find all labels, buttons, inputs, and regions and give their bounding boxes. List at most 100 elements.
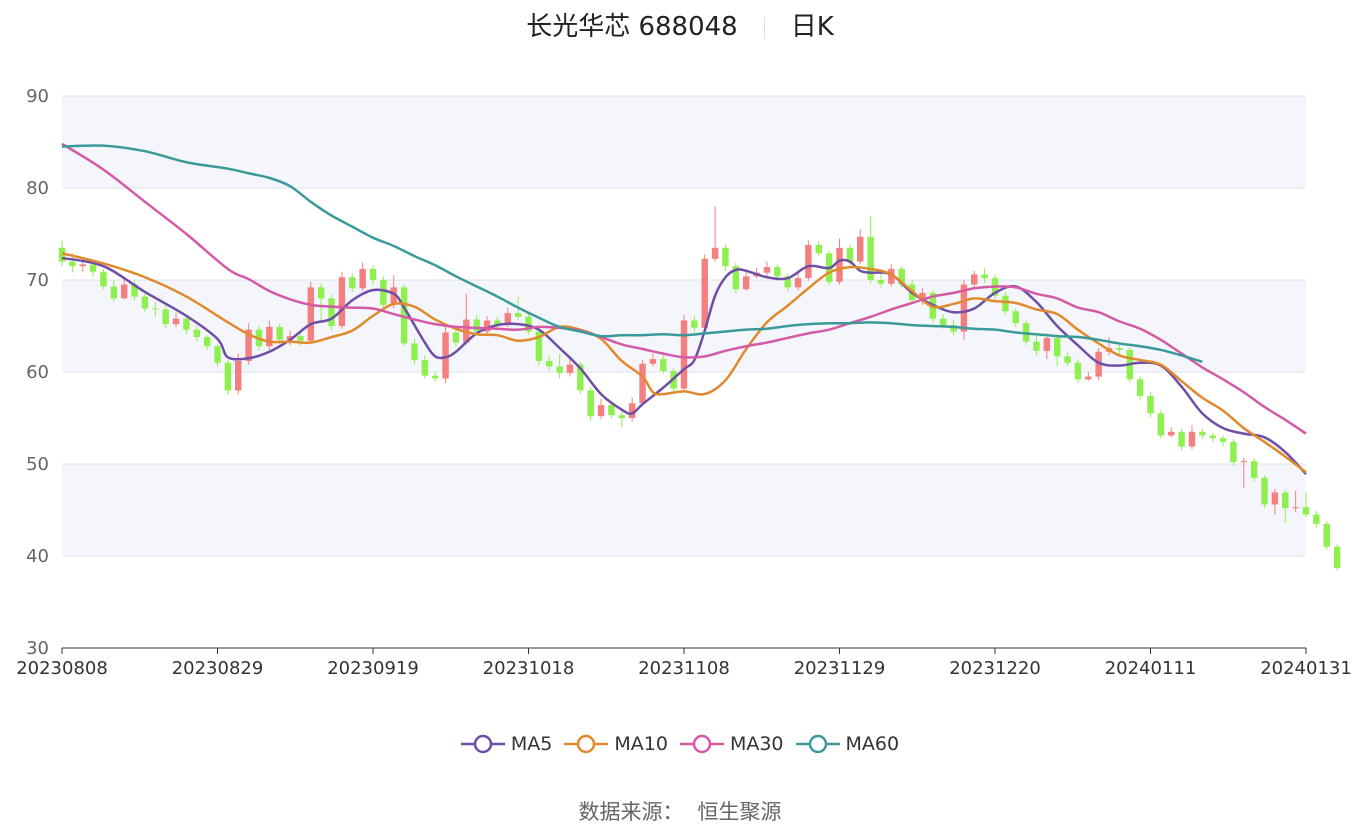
candle-down <box>100 271 107 287</box>
candle-down <box>691 320 698 328</box>
candle-down <box>514 313 522 317</box>
candle-down <box>1136 379 1144 396</box>
candle-down <box>110 286 118 299</box>
candle-down <box>1002 295 1009 312</box>
candle-up <box>1168 431 1175 436</box>
candle-down <box>939 318 947 326</box>
candle-up <box>1271 492 1279 505</box>
candle-down <box>1313 514 1320 524</box>
candle-up <box>742 276 750 290</box>
candle-down <box>297 336 304 341</box>
x-tick-label: 20231220 <box>949 658 1041 679</box>
candle-down <box>162 309 169 325</box>
candle-down <box>380 280 387 305</box>
candle-down <box>877 280 885 284</box>
candle-down <box>1074 362 1082 380</box>
candle-down <box>473 319 480 332</box>
candle-up <box>1085 376 1092 380</box>
candle-down <box>317 287 325 299</box>
candle-down <box>1333 546 1341 568</box>
candle-up <box>359 268 366 289</box>
candle-up <box>711 247 719 259</box>
grid-band <box>62 464 1306 556</box>
candle-down <box>1033 341 1040 351</box>
candle-up <box>805 245 812 279</box>
x-tick-label: 20230829 <box>172 658 264 679</box>
legend-marker <box>795 734 840 754</box>
y-tick-label: 30 <box>26 638 49 659</box>
candle-down <box>369 268 377 280</box>
y-tick-label: 40 <box>26 546 49 567</box>
candle-up <box>971 274 978 285</box>
candle-down <box>1116 348 1123 350</box>
candle-up <box>566 364 574 373</box>
candle-up <box>639 363 646 404</box>
source-value: 恒生聚源 <box>697 800 782 824</box>
chart-legend: MA5 MA10 MA30 MA60 <box>0 733 1360 760</box>
candle-up <box>266 326 273 347</box>
candle-up <box>701 258 708 328</box>
x-tick-label: 20231129 <box>794 658 886 679</box>
candle-down <box>1250 461 1258 478</box>
candle-down <box>1282 492 1289 509</box>
candle-down <box>546 360 553 367</box>
candle-up <box>836 247 843 282</box>
legend-item-ma5[interactable]: MA5 <box>460 733 553 755</box>
candle-down <box>618 415 626 418</box>
candle-down <box>556 366 563 373</box>
candle-down <box>587 390 594 417</box>
candle-down <box>349 277 356 289</box>
candle-down <box>214 346 221 363</box>
grid-band <box>62 188 1306 280</box>
x-tick-label: 20230808 <box>16 658 108 679</box>
candle-down <box>1157 413 1165 436</box>
legend-marker <box>460 734 505 754</box>
y-tick-label: 70 <box>26 270 49 291</box>
candle-down <box>452 332 460 343</box>
legend-marker <box>679 734 724 754</box>
kline-chart[interactable]: 30 40 50 60 70 80 90 20230808 20230829 20230919 20… <box>0 0 1360 828</box>
candle-up <box>338 277 346 326</box>
candle-down <box>89 264 97 272</box>
candle-down <box>1230 441 1237 463</box>
candle-down <box>774 267 781 277</box>
candle-down <box>815 245 822 254</box>
legend-label: MA10 <box>614 733 668 755</box>
legend-item-ma10[interactable]: MA10 <box>564 733 668 755</box>
legend-marker <box>564 734 609 754</box>
candle-down <box>141 296 149 309</box>
grid-band <box>62 556 1306 648</box>
candle-up <box>235 360 242 391</box>
candle-down <box>328 298 335 326</box>
candle-down <box>1199 431 1206 436</box>
candle-up <box>79 264 86 267</box>
source-label: 数据来源： <box>578 800 684 824</box>
legend-label: MA60 <box>845 733 900 755</box>
candle-down <box>411 343 418 361</box>
candle-up <box>307 287 315 341</box>
x-tick-label: 20240131 <box>1260 658 1352 679</box>
legend-item-ma30[interactable]: MA30 <box>679 733 784 755</box>
candle-down <box>193 329 200 338</box>
candle-up <box>763 267 771 273</box>
candle-up <box>1043 337 1051 351</box>
candle-down <box>69 261 76 267</box>
candle-down <box>1323 523 1330 547</box>
candle-down <box>1219 438 1227 442</box>
candle-down <box>1209 435 1216 439</box>
legend-label: MA5 <box>510 733 553 755</box>
candle-up <box>120 284 128 299</box>
candle-down <box>722 247 729 267</box>
candle-down <box>421 360 429 376</box>
candle-down <box>1302 507 1310 515</box>
x-tick-label: 20231018 <box>483 658 575 679</box>
data-source: 数据来源： 恒生聚源 <box>0 796 1360 826</box>
candle-up <box>649 359 657 364</box>
candle-down <box>981 274 988 279</box>
candle-down <box>1178 431 1185 447</box>
candle-up <box>172 318 180 325</box>
candle-down <box>276 326 283 340</box>
legend-item-ma60[interactable]: MA60 <box>795 733 900 755</box>
candle-down <box>224 362 232 391</box>
candle-down <box>608 405 615 416</box>
